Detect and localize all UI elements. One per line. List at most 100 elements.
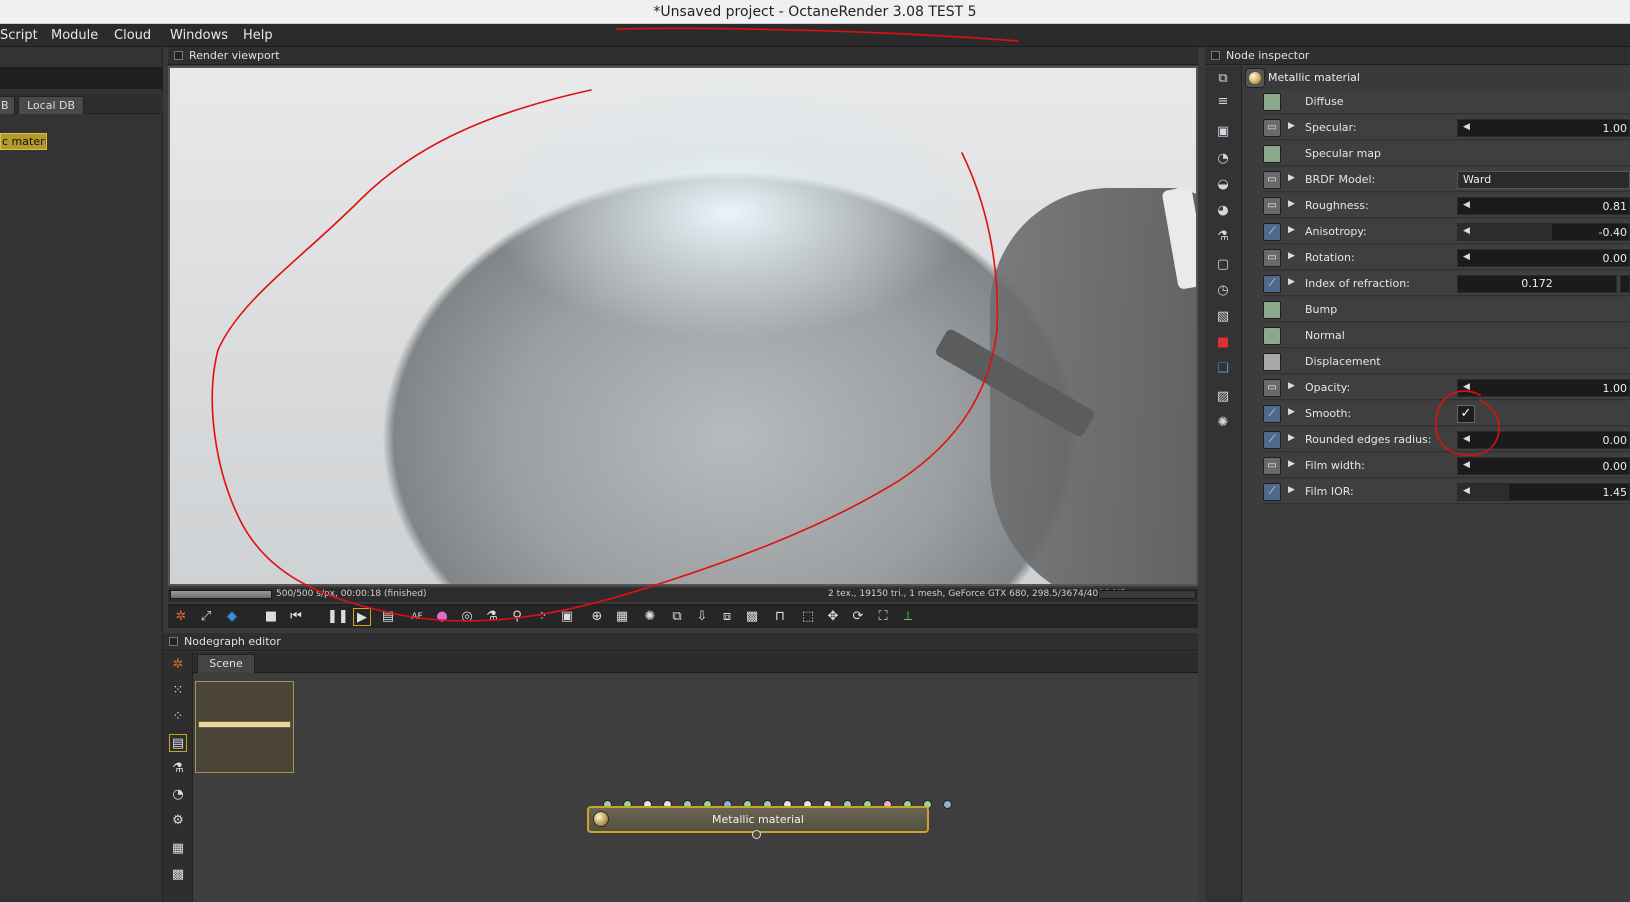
- inspector-row[interactable]: ⟋ ▶ Smooth: ✓: [1262, 402, 1630, 426]
- inspector-row[interactable]: ▭ ▶ BRDF Model: Ward: [1262, 168, 1630, 192]
- panel-checkbox-icon[interactable]: [169, 637, 178, 646]
- texture-slot-icon[interactable]: [1263, 301, 1281, 319]
- reset-camera-icon[interactable]: ✲: [172, 608, 190, 626]
- texture-slot-icon[interactable]: [1263, 327, 1281, 345]
- move-icon[interactable]: ✥: [824, 608, 842, 626]
- param-slider[interactable]: ◀ 0.00: [1457, 431, 1630, 449]
- tab-local-db[interactable]: Local DB: [18, 96, 85, 114]
- param-type-icon[interactable]: ▭: [1263, 171, 1281, 189]
- rotate-icon[interactable]: ⟳: [849, 608, 867, 626]
- expand-arrow-icon[interactable]: ▶: [1288, 199, 1295, 209]
- slider-left-arrow-icon[interactable]: ◀: [1463, 486, 1470, 496]
- inspector-row[interactable]: ⟋ ▶ Film IOR: ◀ 1.45: [1262, 480, 1630, 504]
- nodegraph-layout-icon[interactable]: ⁙: [169, 682, 187, 700]
- menu-script[interactable]: Script: [0, 28, 38, 43]
- param-type-icon[interactable]: ⟋: [1263, 405, 1281, 423]
- ior-field-extra[interactable]: [1620, 275, 1630, 293]
- play-icon[interactable]: ▶: [353, 608, 371, 626]
- camera-icon[interactable]: ◔: [1214, 150, 1232, 168]
- fullscreen-icon[interactable]: ⛶: [874, 608, 892, 626]
- af-icon[interactable]: AF: [408, 608, 426, 626]
- expand-arrow-icon[interactable]: ▶: [1288, 459, 1295, 469]
- nodegraph-material-icon[interactable]: ⚗: [169, 760, 187, 778]
- node-input-pin[interactable]: [943, 800, 952, 809]
- param-type-icon[interactable]: ⟋: [1263, 483, 1281, 501]
- lock-icon[interactable]: ⊓: [771, 608, 789, 626]
- inspector-row[interactable]: Bump: [1262, 298, 1630, 322]
- slider-left-arrow-icon[interactable]: ◀: [1463, 200, 1470, 210]
- rewind-icon[interactable]: ⏮: [287, 608, 305, 626]
- box-icon[interactable]: ⬚: [799, 608, 817, 626]
- brdf-model-dropdown[interactable]: Ward: [1457, 171, 1630, 189]
- inspector-row[interactable]: Displacement: [1262, 350, 1630, 374]
- color-wheel-icon[interactable]: ●: [433, 608, 451, 626]
- export-icon[interactable]: ▩: [743, 608, 761, 626]
- copy-icon[interactable]: ⇩: [693, 608, 711, 626]
- inspector-row[interactable]: ▭ ▶ Rotation: ◀ 0.00: [1262, 246, 1630, 270]
- param-slider[interactable]: ◀ 1.00: [1457, 119, 1630, 137]
- param-slider[interactable]: ◀ 1.00: [1457, 379, 1630, 397]
- menu-cloud[interactable]: Cloud: [114, 28, 151, 43]
- layers-icon[interactable]: ❏: [1214, 360, 1232, 378]
- nodegraph-group-icon[interactable]: ⁘: [169, 708, 187, 726]
- texture-slot-icon[interactable]: [1263, 93, 1281, 111]
- menu-help[interactable]: Help: [243, 28, 273, 43]
- slider-left-arrow-icon[interactable]: ◀: [1463, 226, 1470, 236]
- pause-icon[interactable]: ❚❚: [327, 608, 349, 626]
- slider-left-arrow-icon[interactable]: ◀: [1463, 460, 1470, 470]
- nodegraph-canvas[interactable]: [193, 674, 1198, 902]
- paste-icon[interactable]: ⧈: [718, 608, 736, 626]
- menu-windows[interactable]: Windows: [170, 28, 228, 43]
- material-picker-icon[interactable]: ⚗: [483, 608, 501, 626]
- postprocess-icon[interactable]: ▧: [1214, 308, 1232, 326]
- film-settings-icon[interactable]: ▢: [1214, 256, 1232, 274]
- render-viewport[interactable]: octane: [168, 66, 1198, 586]
- param-slider[interactable]: ◀ 0.81: [1457, 197, 1630, 215]
- param-type-icon[interactable]: ⟋: [1263, 223, 1281, 241]
- param-type-icon[interactable]: ▭: [1263, 119, 1281, 137]
- cube-color-icon[interactable]: ◆: [223, 608, 241, 626]
- menu-module[interactable]: Module: [51, 28, 98, 43]
- realtime-icon[interactable]: ▤: [379, 608, 397, 626]
- slider-left-arrow-icon[interactable]: ◀: [1463, 122, 1470, 132]
- param-slider[interactable]: ◀ 0.00: [1457, 457, 1630, 475]
- param-type-icon[interactable]: ▭: [1263, 197, 1281, 215]
- texture-slot-icon[interactable]: [1263, 145, 1281, 163]
- clay-mode-icon[interactable]: ✺: [641, 608, 659, 626]
- nodegraph-table-icon[interactable]: ▩: [169, 866, 187, 884]
- render-target-icon[interactable]: ▣: [1214, 123, 1232, 141]
- axis-icon[interactable]: ⟂: [899, 608, 917, 626]
- inspector-row[interactable]: ▭ ▶ Roughness: ◀ 0.81: [1262, 194, 1630, 218]
- stop-icon[interactable]: ■: [262, 608, 280, 626]
- inspector-row[interactable]: ⟋ ▶ Index of refraction: 0.172: [1262, 272, 1630, 296]
- expand-arrow-icon[interactable]: ▶: [1288, 173, 1295, 183]
- subsampling-icon[interactable]: ⧉: [668, 608, 686, 626]
- imager-icon[interactable]: ◕: [1214, 202, 1232, 220]
- image-icon[interactable]: ▨: [1214, 388, 1232, 406]
- inspector-expand-icon[interactable]: ⧉: [1214, 70, 1232, 88]
- expand-arrow-icon[interactable]: ▶: [1288, 225, 1295, 235]
- slider-left-arrow-icon[interactable]: ◀: [1463, 382, 1470, 392]
- inspector-row[interactable]: ⟋ ▶ Rounded edges radius: ◀ 0.00: [1262, 428, 1630, 452]
- recenter-icon[interactable]: ⤢: [197, 608, 215, 626]
- environment-icon[interactable]: ◒: [1214, 176, 1232, 194]
- focus-picker-icon[interactable]: ⁘: [533, 608, 551, 626]
- expand-arrow-icon[interactable]: ▶: [1288, 407, 1295, 417]
- film-region-icon[interactable]: ▦: [613, 608, 631, 626]
- param-type-icon[interactable]: ▭: [1263, 457, 1281, 475]
- zoom-icon[interactable]: ⊕: [588, 608, 606, 626]
- panel-checkbox-icon[interactable]: [174, 51, 183, 60]
- param-type-icon[interactable]: ⟋: [1263, 431, 1281, 449]
- inspector-row[interactable]: Diffuse: [1262, 90, 1630, 114]
- slider-left-arrow-icon[interactable]: ◀: [1463, 434, 1470, 444]
- param-slider[interactable]: ◀ 1.45: [1457, 483, 1630, 501]
- kernel-icon[interactable]: ⚗: [1214, 228, 1232, 246]
- expand-arrow-icon[interactable]: ▶: [1288, 381, 1295, 391]
- picker-icon[interactable]: ◎: [458, 608, 476, 626]
- expand-arrow-icon[interactable]: ▶: [1288, 251, 1295, 261]
- param-type-icon[interactable]: ⟋: [1263, 275, 1281, 293]
- light-icon[interactable]: ✺: [1214, 414, 1232, 432]
- animation-icon[interactable]: ◷: [1214, 282, 1232, 300]
- expand-arrow-icon[interactable]: ▶: [1288, 121, 1295, 131]
- slider-left-arrow-icon[interactable]: ◀: [1463, 252, 1470, 262]
